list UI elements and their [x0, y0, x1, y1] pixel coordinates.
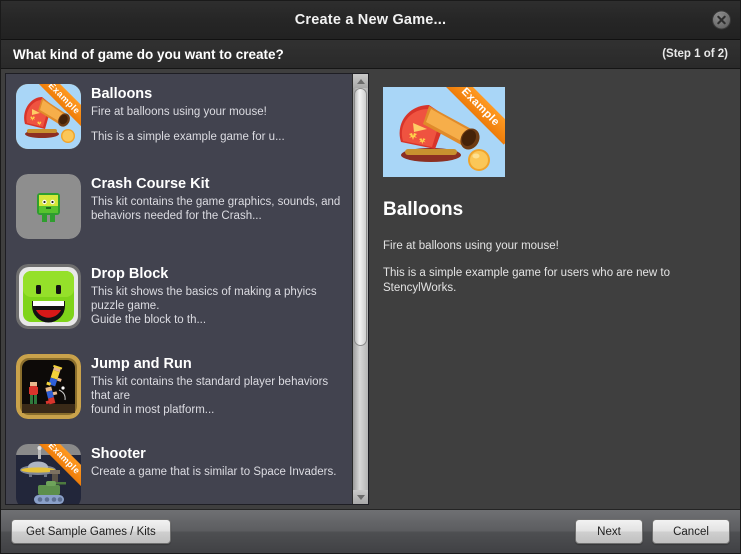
dialog-footer: Get Sample Games / Kits Next Cancel: [1, 509, 740, 553]
drop-block-smiley-icon: [16, 264, 81, 329]
detail-preview-image: Example: [383, 87, 505, 177]
list-item-description: This kit contains the standard player be…: [91, 376, 329, 402]
list-item-info: Crash Course Kit This kit contains the ga…: [91, 174, 344, 223]
list-item[interactable]: Example Balloons Fire at balloons using yo…: [6, 74, 352, 164]
game-kit-list[interactable]: Example Balloons Fire at balloons using yo…: [6, 74, 352, 504]
page-title: What kind of game do you want to create?: [13, 46, 284, 62]
next-button[interactable]: Next: [575, 519, 643, 544]
scroll-up-icon[interactable]: [353, 74, 368, 88]
create-new-game-dialog: Create a New Game... What kind of game d…: [0, 0, 741, 554]
list-item-info: Balloons Fire at balloons using your mous…: [91, 84, 344, 144]
detail-panel: Example Balloons Fire at balloons using …: [369, 73, 736, 509]
list-item-title: Crash Course Kit: [91, 176, 210, 192]
get-sample-games-button[interactable]: Get Sample Games / Kits: [11, 519, 171, 544]
cancel-button[interactable]: Cancel: [652, 519, 730, 544]
dialog-body: Example Balloons Fire at balloons using yo…: [1, 69, 740, 509]
scroll-down-icon[interactable]: [353, 490, 368, 504]
dialog-subheader: What kind of game do you want to create?…: [1, 40, 740, 69]
list-item-description-2: Guide the block to th...: [91, 314, 207, 326]
list-item-title: Jump and Run: [91, 356, 192, 372]
list-item-title: Shooter: [91, 446, 146, 462]
detail-title: Balloons: [383, 199, 464, 220]
close-icon[interactable]: [713, 11, 730, 29]
list-item[interactable]: Example Shooter Create a game that is simi…: [6, 434, 352, 504]
list-item-description: This kit shows the basics of making a ph…: [91, 286, 317, 312]
list-item-title: Drop Block: [91, 266, 169, 282]
list-item-description: Create a game that is similar to Space I…: [91, 466, 337, 478]
scrollbar-track[interactable]: [353, 88, 368, 490]
step-indicator: (Step 1 of 2): [662, 48, 728, 60]
list-item[interactable]: Crash Course Kit This kit contains the ga…: [6, 164, 352, 254]
jump-and-run-platformer-icon: [16, 354, 81, 419]
game-kit-list-panel: Example Balloons Fire at balloons using yo…: [5, 73, 369, 505]
list-item-description: Fire at balloons using your mouse!: [91, 106, 267, 118]
scrollbar-thumb[interactable]: [354, 88, 367, 346]
list-item-title: Balloons: [91, 86, 153, 102]
list-item-info: Drop Block This kit shows the basics of m…: [91, 264, 344, 327]
list-item-description-2: found in most platform...: [91, 404, 215, 416]
shooter-ufo-tank-icon: Example: [16, 444, 81, 504]
list-item[interactable]: Drop Block This kit shows the basics of m…: [6, 254, 352, 344]
dialog-titlebar: Create a New Game...: [1, 1, 740, 40]
crash-course-character-icon: [16, 174, 81, 239]
detail-description-long: This is a simple example game for users …: [383, 267, 670, 294]
list-item-description: This kit contains the game graphics, sou…: [91, 196, 341, 208]
balloons-cannon-icon: Example: [16, 84, 81, 149]
list-item-description-2: This is a simple example game for u...: [91, 131, 285, 143]
list-item-description-2: behaviors needed for the Crash...: [91, 210, 262, 222]
list-scrollbar[interactable]: [352, 74, 368, 504]
list-item-info: Shooter Create a game that is similar to …: [91, 444, 344, 479]
detail-description-short: Fire at balloons using your mouse!: [383, 240, 559, 252]
dialog-title: Create a New Game...: [294, 12, 447, 28]
list-item[interactable]: Jump and Run This kit contains the standa…: [6, 344, 352, 434]
list-item-info: Jump and Run This kit contains the standa…: [91, 354, 344, 417]
